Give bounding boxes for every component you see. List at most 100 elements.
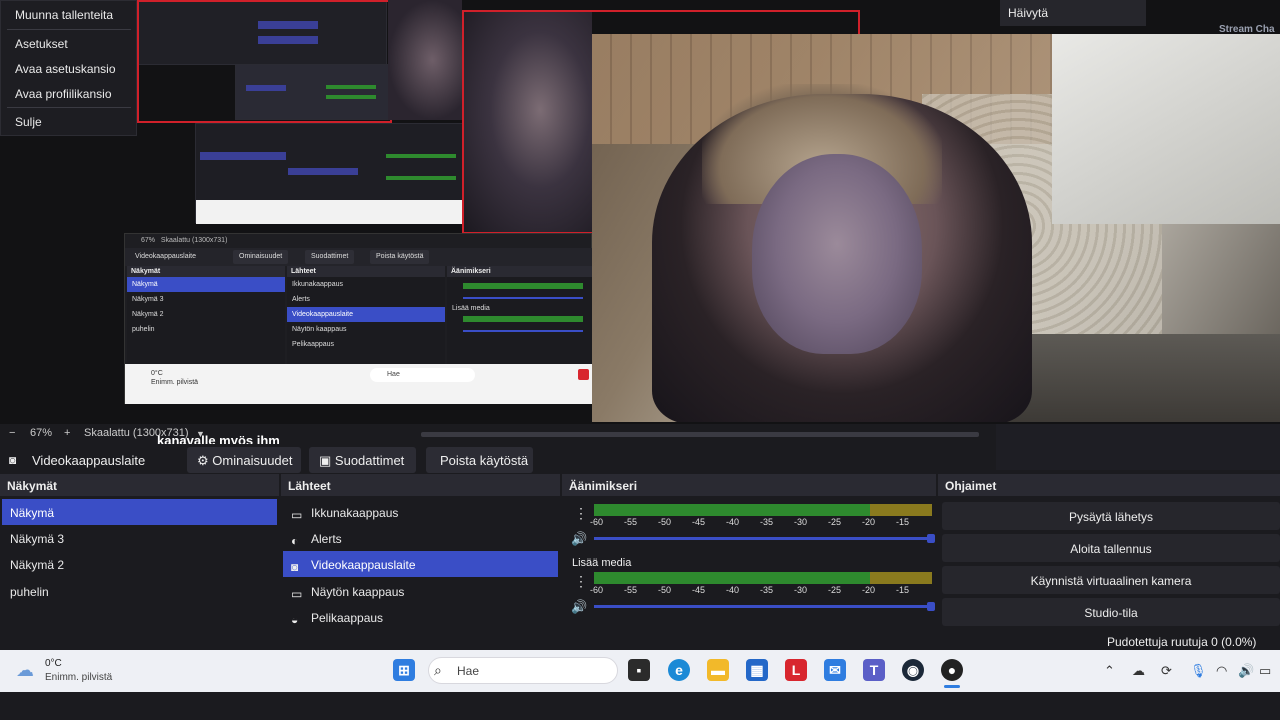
camera-icon: ◙ xyxy=(9,453,17,467)
filter-icon: ▣ xyxy=(319,453,332,468)
webcam-feed xyxy=(592,34,1280,422)
globe-icon: ◐ xyxy=(291,534,299,548)
search-placeholder: Hae xyxy=(457,664,480,678)
nested-zoombar: 67% Skaalattu (1300x731) xyxy=(141,237,228,244)
nested-scenes-panel: Näkymät Näkymä Näkymä 3 Näkymä 2 puhelin xyxy=(127,266,285,364)
cloud-icon: ☁ xyxy=(16,660,34,680)
meter-tick-label: -30 xyxy=(794,517,808,527)
source-item[interactable]: ▭ Näytön kaappaus xyxy=(283,578,558,604)
edge-icon[interactable]: e xyxy=(668,659,690,681)
sources-dock: Lähteet ▭ Ikkunakaappaus ◐ Alerts ◙ Videoka… xyxy=(281,474,560,628)
zoom-in-button[interactable]: + xyxy=(64,427,70,439)
menu-item-settings[interactable]: Asetukset xyxy=(15,37,68,51)
app-l-icon[interactable]: L xyxy=(785,659,807,681)
meter-tick-label: -25 xyxy=(828,585,842,595)
search-icon: ⌕ xyxy=(434,662,442,678)
meter-tick-label: -55 xyxy=(624,585,638,595)
meter-tick-label: -20 xyxy=(862,585,876,595)
meter-tick-label: -40 xyxy=(726,585,740,595)
zoom-out-button[interactable]: − xyxy=(9,427,15,439)
wifi-icon[interactable]: ◠ xyxy=(1216,663,1227,679)
speaker-icon[interactable]: 🔊 xyxy=(571,531,587,547)
meter-tick-label: -45 xyxy=(692,585,706,595)
mail-icon[interactable]: ✉ xyxy=(824,659,846,681)
status-bar xyxy=(0,628,1280,650)
source-item[interactable]: ◒ Pelikaappaus xyxy=(283,604,558,630)
selected-source-name: Videokaappauslaite xyxy=(32,453,146,468)
scene-item[interactable]: puhelin xyxy=(2,578,277,604)
mixer-header: Äänimikseri xyxy=(562,474,936,496)
scene-item[interactable]: Näkymä xyxy=(2,499,277,525)
menu-item-open-settings-folder[interactable]: Avaa asetuskansio xyxy=(15,62,116,76)
camera-icon: ◙ xyxy=(291,560,299,574)
onedrive-icon[interactable]: ☁ xyxy=(1132,663,1145,679)
source-item[interactable]: ◐ Alerts xyxy=(283,525,558,551)
horizontal-scrollbar[interactable] xyxy=(421,432,979,437)
sync-icon[interactable]: ⟳ xyxy=(1161,663,1172,679)
mixer-channel-label: Lisää media xyxy=(572,557,632,569)
stream-chat-title: Stream Cha xyxy=(1219,24,1275,35)
menu-separator xyxy=(7,29,131,30)
chevron-up-icon[interactable]: ⌃ xyxy=(1104,663,1115,679)
menu-item-remux[interactable]: Muunna tallenteita xyxy=(15,8,113,22)
deactivate-button[interactable]: Poista käytöstä xyxy=(426,447,533,473)
controls-header: Ohjaimet xyxy=(938,474,1280,496)
file-menu: Muunna tallenteita Asetukset Avaa asetus… xyxy=(0,0,137,136)
meter-tick-label: -55 xyxy=(624,517,638,527)
volume-slider[interactable] xyxy=(594,534,935,543)
scene-item[interactable]: Näkymä 3 xyxy=(2,525,277,551)
meter-tick-label: -35 xyxy=(760,585,774,595)
nested-sources-panel: Lähteet Ikkunakaappaus Alerts Videokaapp… xyxy=(287,266,445,364)
weather-temperature[interactable]: 0°C xyxy=(45,658,62,669)
meter-tick-label: -60 xyxy=(590,585,604,595)
task-view-icon[interactable]: ▪ xyxy=(628,659,650,681)
filters-button[interactable]: ▣ Suodattimet xyxy=(309,447,416,473)
steam-icon[interactable]: ◉ xyxy=(902,659,924,681)
weather-description[interactable]: Enimm. pilvistä xyxy=(45,672,112,683)
start-virtual-camera-button[interactable]: Käynnistä virtuaalinen kamera xyxy=(942,566,1280,594)
properties-button[interactable]: ⚙ Ominaisuudet xyxy=(187,447,301,473)
meter-tick-label: -40 xyxy=(726,517,740,527)
source-toolbar: ◙ Videokaappauslaite ⚙ Ominaisuudet ▣ Su… xyxy=(0,444,996,473)
file-explorer-icon[interactable]: ▬ xyxy=(707,659,729,681)
microsoft-store-icon[interactable]: ▦ xyxy=(746,659,768,681)
volume-icon[interactable]: 🔊 xyxy=(1238,663,1254,679)
obs-icon[interactable]: ● xyxy=(941,659,963,681)
meter-tick-label: -20 xyxy=(862,517,876,527)
volume-slider[interactable] xyxy=(594,602,935,611)
active-app-indicator xyxy=(944,685,960,688)
dropped-frames-status: Pudotettuja ruutuja 0 (0.0%) xyxy=(1107,635,1257,649)
preview-canvas[interactable]: 67% Skaalattu (1300x731) Videokaappausla… xyxy=(0,0,1280,424)
gamepad-icon: ◒ xyxy=(291,613,299,627)
zoom-level: 67% xyxy=(30,427,53,439)
menu-separator xyxy=(7,107,131,108)
source-item[interactable]: ▭ Ikkunakaappaus xyxy=(283,499,558,525)
nested-webcam-small xyxy=(388,0,462,120)
meter-tick-label: -35 xyxy=(760,517,774,527)
scene-item[interactable]: Näkymä 2 xyxy=(2,551,277,577)
stop-streaming-button[interactable]: Pysäytä lähetys xyxy=(942,502,1280,530)
hide-menu-item[interactable]: Häivytä xyxy=(1008,6,1048,20)
volume-meter xyxy=(594,572,932,584)
mixer-menu-icon[interactable]: ⋮ xyxy=(574,573,588,590)
windows-start-icon[interactable]: ⊞ xyxy=(393,659,415,681)
monitor-icon: ▭ xyxy=(291,587,303,601)
zoom-bar: − 67% + Skaalattu (1300x731) ▼ xyxy=(0,424,996,442)
battery-icon[interactable]: ▭ xyxy=(1259,663,1271,679)
meter-tick-label: -50 xyxy=(658,517,672,527)
microphone-icon[interactable]: 🎙 xyxy=(1190,663,1207,679)
gear-icon: ⚙ xyxy=(197,453,209,468)
start-recording-button[interactable]: Aloita tallennus xyxy=(942,534,1280,562)
speaker-icon[interactable]: 🔊 xyxy=(571,599,587,615)
teams-icon[interactable]: T xyxy=(863,659,885,681)
volume-meter xyxy=(594,504,932,516)
meter-tick-label: -60 xyxy=(590,517,604,527)
scenes-dock: Näkymät Näkymä Näkymä 3 Näkymä 2 puhelin xyxy=(0,474,279,628)
mixer-menu-icon[interactable]: ⋮ xyxy=(574,505,588,522)
studio-mode-button[interactable]: Studio-tila xyxy=(942,598,1280,626)
menu-item-exit[interactable]: Sulje xyxy=(15,115,42,129)
meter-tick-label: -15 xyxy=(896,585,910,595)
nested-obs-window: 67% Skaalattu (1300x731) Videokaappausla… xyxy=(124,233,593,404)
menu-item-open-profile-folder[interactable]: Avaa profiilikansio xyxy=(15,87,112,101)
source-item[interactable]: ◙ Videokaappauslaite xyxy=(283,551,558,577)
